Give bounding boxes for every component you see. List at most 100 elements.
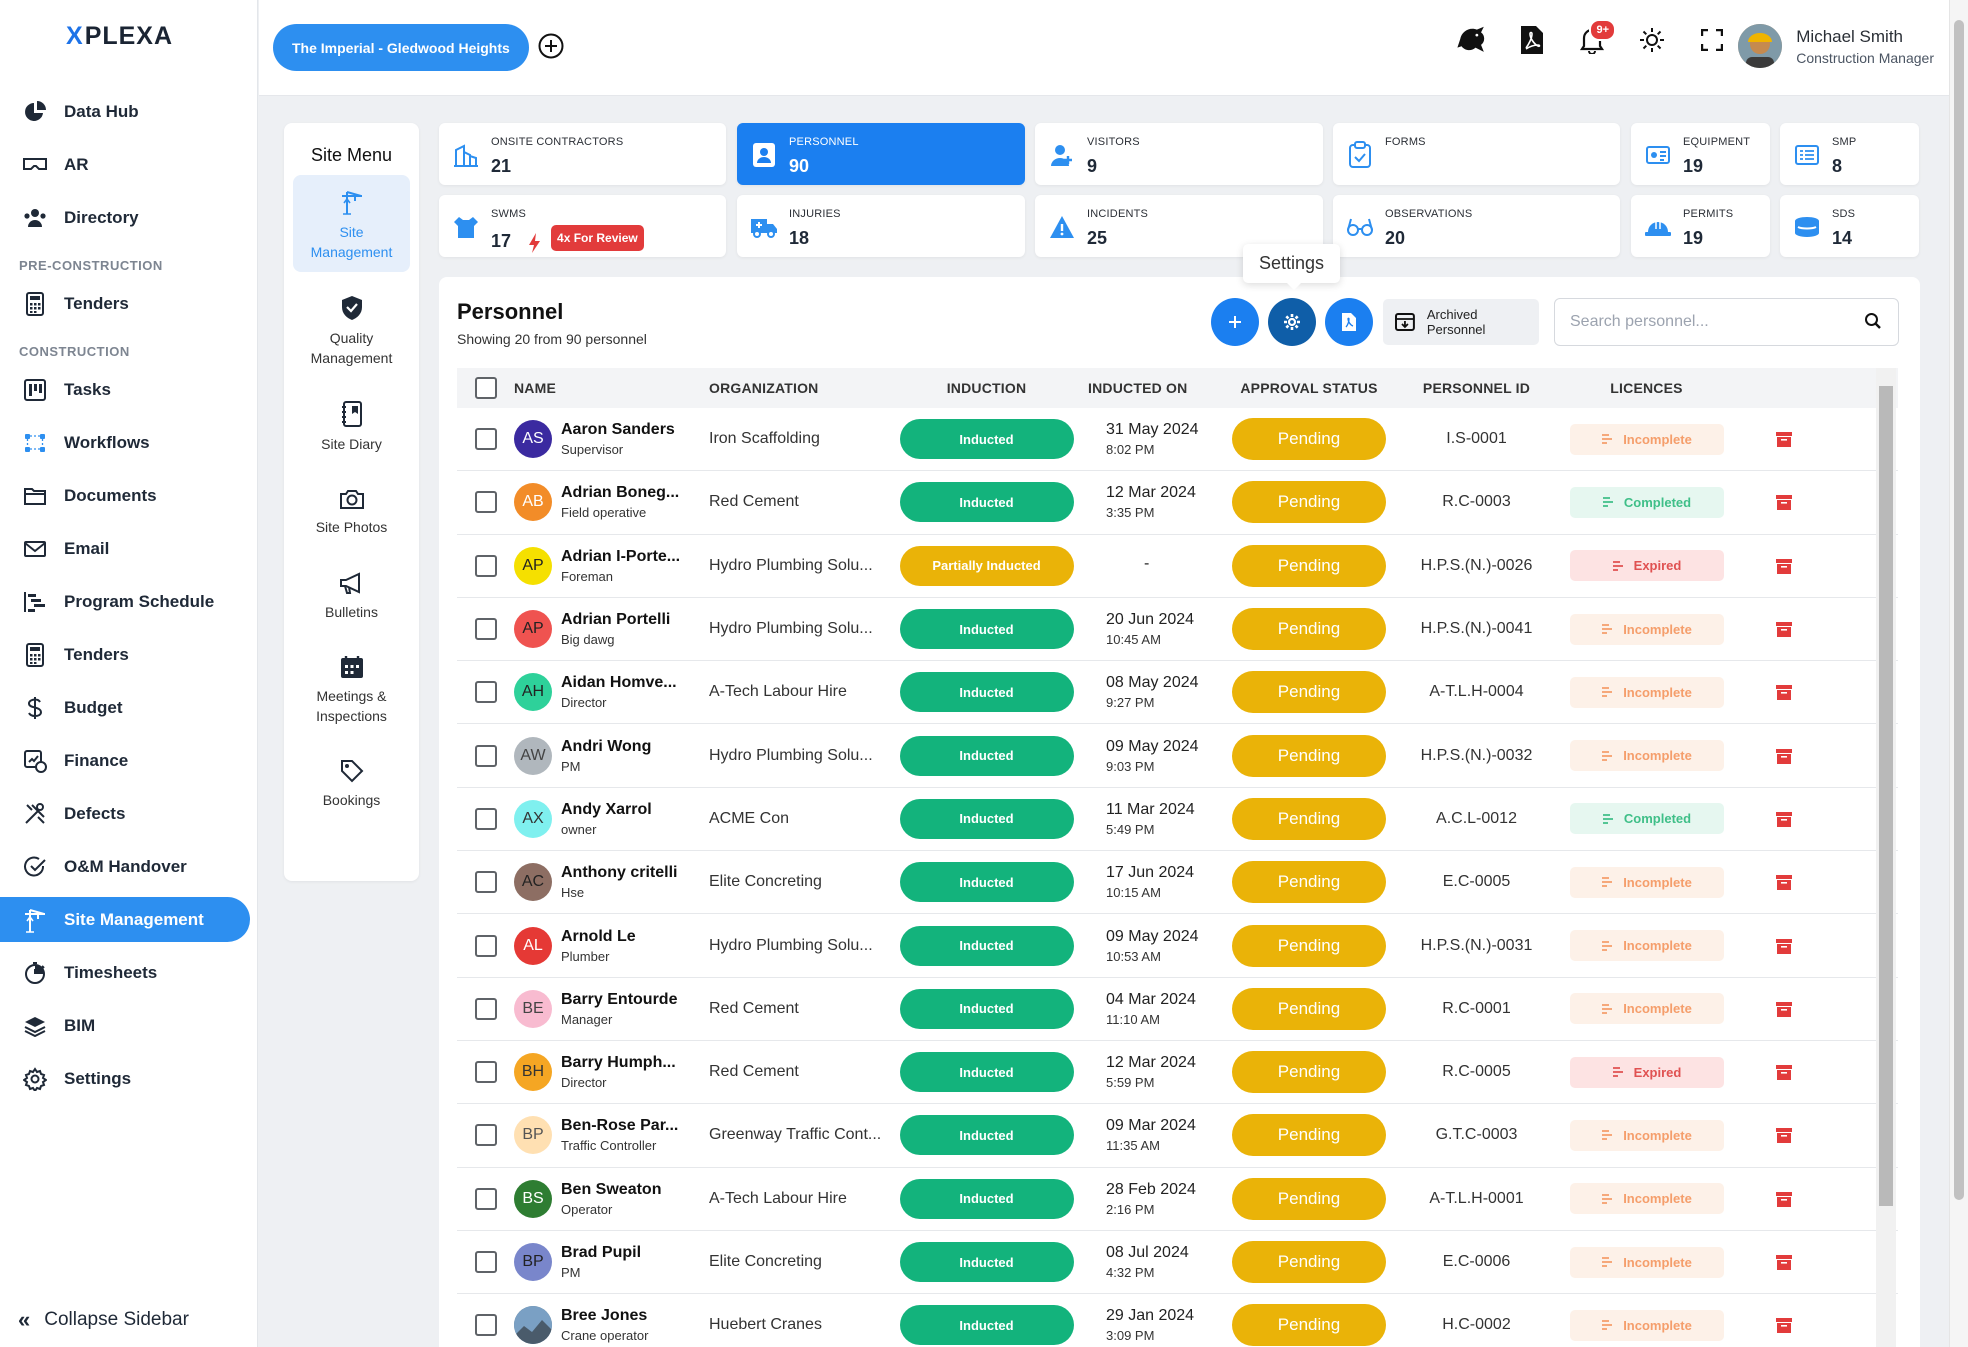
column-header-name[interactable]: NAME [514,380,709,396]
delete-button[interactable] [1734,936,1834,956]
notifications-bell-icon[interactable]: 9+ [1576,19,1616,60]
person-name[interactable]: Aaron Sanders [561,421,675,439]
approval-status-button[interactable]: Pending [1232,1304,1386,1347]
person-name[interactable]: Barry Entourde [561,991,677,1009]
licence-status-badge[interactable]: Incomplete [1569,1119,1724,1151]
licence-status-badge[interactable]: Completed [1569,803,1724,835]
stat-card-sds[interactable]: SDS 14 [1780,195,1919,257]
stat-card-observations[interactable]: OBSERVATIONS 20 [1333,195,1620,257]
stat-card-forms[interactable]: FORMS [1333,123,1620,185]
person-name[interactable]: Ben-Rose Par... [561,1117,678,1135]
stat-card-visitors[interactable]: VISITORS 9 [1035,123,1323,185]
row-checkbox[interactable] [474,1061,497,1084]
site-menu-item-bookings[interactable]: Bookings [293,745,410,821]
row-checkbox[interactable] [474,681,497,704]
row-checkbox[interactable] [474,871,497,894]
sidebar-item-workflows[interactable]: Workflows [0,416,258,469]
row-checkbox[interactable] [474,1187,497,1210]
site-menu-item-bulletins[interactable]: Bulletins [293,557,410,633]
table-scrollbar[interactable] [1876,368,1896,1347]
trash-icon[interactable] [1774,1315,1794,1335]
delete-button[interactable] [1734,492,1834,512]
row-checkbox[interactable] [474,1124,497,1147]
delete-button[interactable] [1734,556,1834,576]
delete-button[interactable] [1734,429,1834,449]
sidebar-item-program-schedule[interactable]: Program Schedule [0,575,258,628]
trash-icon[interactable] [1774,492,1794,512]
row-checkbox[interactable] [474,618,497,641]
trash-icon[interactable] [1774,1125,1794,1145]
sidebar-item-tasks[interactable]: Tasks [0,363,258,416]
person-name[interactable]: Andri Wong [561,738,651,756]
sidebar-item-data-hub[interactable]: Data Hub [0,85,258,138]
approval-status-button[interactable]: Pending [1232,671,1386,714]
trash-icon[interactable] [1774,746,1794,766]
search-input[interactable] [1554,298,1899,346]
sidebar-item-timesheets[interactable]: Timesheets [0,946,258,999]
add-circle-icon[interactable] [537,32,565,60]
licence-status-badge[interactable]: Incomplete [1569,1246,1724,1278]
licence-status-badge[interactable]: Expired [1569,550,1724,582]
trash-icon[interactable] [1774,1189,1794,1209]
approval-status-button[interactable]: Pending [1232,1241,1386,1283]
person-name[interactable]: Adrian Portelli [561,611,670,629]
approval-status-button[interactable]: Pending [1232,797,1386,840]
approval-status-button[interactable]: Pending [1232,418,1386,461]
table-row[interactable]: AX Andy Xarrol owner ACME Con Inducted 11… [457,788,1898,852]
licence-status-badge[interactable]: Incomplete [1569,1309,1724,1341]
trash-icon[interactable] [1774,556,1794,576]
person-name[interactable]: Arnold Le [561,928,636,946]
column-header-licences[interactable]: LICENCES [1559,380,1734,396]
row-checkbox[interactable] [474,744,497,767]
approval-status-button[interactable]: Pending [1232,1114,1386,1157]
column-header-induction[interactable]: INDUCTION [899,380,1074,396]
site-menu-item-site-management[interactable]: Site Management [293,175,410,273]
licence-status-badge[interactable]: Incomplete [1569,866,1724,898]
trash-icon[interactable] [1774,809,1794,829]
sidebar-item-budget[interactable]: Budget [0,681,258,734]
licence-status-badge[interactable]: Incomplete [1569,423,1724,455]
plexa-logo[interactable]: X PLEXA [66,22,173,51]
add-personnel-button[interactable] [1211,298,1259,346]
sidebar-item-documents[interactable]: Documents [0,469,258,522]
row-checkbox[interactable] [474,807,497,830]
column-header-approval-status[interactable]: APPROVAL STATUS [1224,380,1394,396]
approval-status-button[interactable]: Pending [1232,861,1386,904]
trash-icon[interactable] [1774,429,1794,449]
user-profile[interactable]: Michael Smith Construction Manager [1738,24,1934,68]
row-checkbox[interactable] [474,1251,497,1273]
stat-card-smp[interactable]: SMP 8 [1780,123,1919,185]
site-menu-item-site-photos[interactable]: Site Photos [293,474,410,548]
licence-status-badge[interactable]: Incomplete [1569,1183,1724,1215]
table-row[interactable]: AP Adrian Portelli Big dawg Hydro Plumbin… [457,598,1898,662]
row-checkbox[interactable] [474,934,497,957]
row-checkbox[interactable] [474,997,497,1020]
person-name[interactable]: Aidan Homve... [561,674,677,692]
person-name[interactable]: Andy Xarrol [561,801,652,819]
row-checkbox[interactable] [474,491,497,514]
approval-status-button[interactable]: Pending [1232,481,1386,524]
row-checkbox[interactable] [474,1314,497,1337]
collapse-sidebar-button[interactable]: « Collapse Sidebar [18,1307,189,1333]
licence-status-badge[interactable]: Incomplete [1569,740,1724,772]
stat-card-equipment[interactable]: EQUIPMENT 19 [1631,123,1770,185]
sidebar-item-ar[interactable]: AR [0,138,258,191]
page-scrollbar-thumb[interactable] [1954,20,1964,1200]
stat-card-injuries[interactable]: INJURIES 18 [737,195,1025,257]
stat-card-permits[interactable]: PERMITS 19 [1631,195,1770,257]
page-scrollbar[interactable] [1949,0,1968,1347]
column-header-organization[interactable]: ORGANIZATION [709,380,899,396]
sidebar-item-bim[interactable]: BIM [0,999,258,1052]
settings-button[interactable] [1268,298,1316,346]
person-name[interactable]: Ben Sweaton [561,1181,661,1199]
sidebar-item-site-management[interactable]: Site Management [0,897,250,942]
sidebar-item-tenders[interactable]: Tenders [0,277,258,330]
sidebar-item-tenders[interactable]: Tenders [0,628,258,681]
licence-status-badge[interactable]: Incomplete [1569,930,1724,962]
licence-status-badge[interactable]: Incomplete [1569,993,1724,1025]
person-name[interactable]: Anthony critelli [561,864,677,882]
table-row[interactable]: AW Andri Wong PM Hydro Plumbing Solu... I… [457,724,1898,788]
row-checkbox[interactable] [474,554,497,577]
table-row[interactable]: BS Ben Sweaton Operator A-Tech Labour Hir… [457,1168,1898,1231]
approval-status-button[interactable]: Pending [1232,1177,1386,1220]
